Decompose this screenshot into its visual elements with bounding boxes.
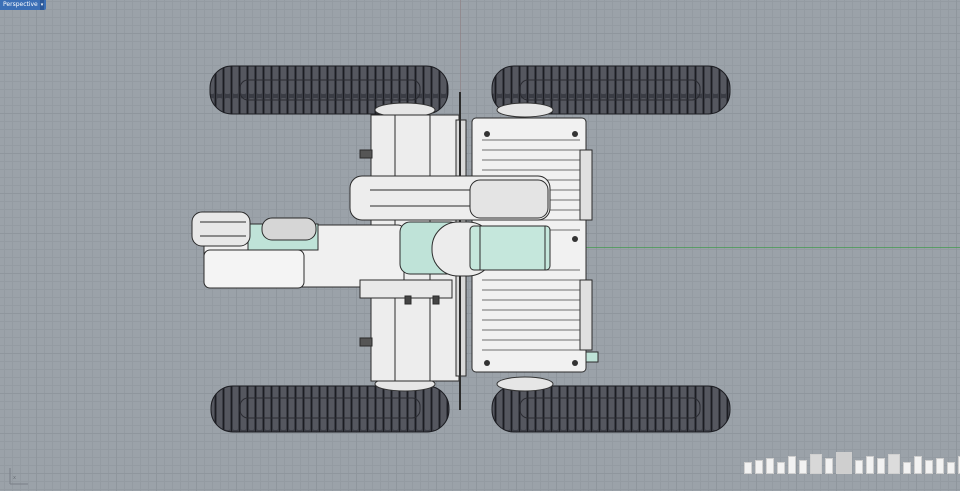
3d-viewport[interactable]: Perspective ▾ x [0, 0, 960, 491]
world-axes-icon: x [9, 468, 28, 485]
wrist-joint[interactable] [399, 221, 551, 277]
arm-upper-link[interactable] [349, 175, 551, 221]
axes-label: x [13, 475, 16, 481]
viewport-title-tab[interactable]: Perspective ▾ [0, 0, 47, 10]
viewport-watermark-strip [744, 452, 960, 474]
track-bottom-right[interactable] [491, 385, 731, 433]
chevron-down-icon[interactable]: ▾ [39, 0, 45, 10]
viewport-title: Perspective [3, 1, 38, 8]
robot-model[interactable] [0, 0, 960, 491]
track-bottom-left[interactable] [210, 385, 450, 433]
